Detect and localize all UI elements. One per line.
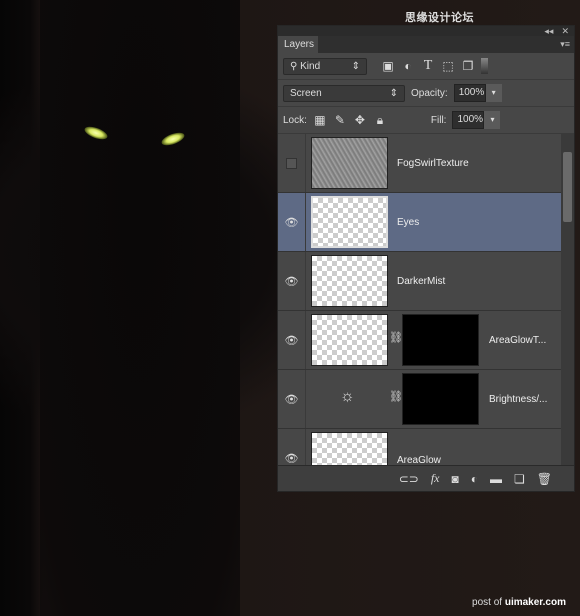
layer-row[interactable]: FogSwirlTexture [278,134,562,193]
layer-row[interactable]: 👁︎ ☼ ⛓ Brightness/... [278,370,562,429]
chain-link-icon[interactable]: ⛓ [389,331,403,344]
eye-icon[interactable]: 👁︎ [285,334,299,347]
filter-toggle-icon[interactable] [481,58,488,74]
layer-name[interactable]: AreaGlowT... [489,335,546,346]
link-layers-icon[interactable]: ⊂⊃ [399,472,419,486]
opacity-label: Opacity: [411,87,448,99]
opacity-input[interactable]: 100% [453,84,486,102]
lock-all-icon[interactable]: 🔒︎ [373,113,387,128]
layer-thumbnail [311,196,388,248]
lock-label: Lock: [283,114,307,126]
close-icon[interactable]: ✕ [561,26,569,36]
fill-dropdown[interactable]: ▾ [484,111,501,129]
credit-prefix: post of [472,597,503,608]
lock-transparent-icon[interactable]: ▦ [313,113,327,127]
search-icon: ⚲ [290,60,298,72]
credit: post of uimaker.com [472,597,566,608]
brightness-adjustment-icon: ☼ [340,388,355,405]
layer-name[interactable]: Eyes [397,217,419,228]
smart-object-filter-icon[interactable]: ❐ [461,59,475,73]
layer-mask-thumbnail[interactable] [402,373,479,425]
adjustment-filter-icon[interactable]: ◐ [401,59,415,73]
tab-layers[interactable]: Layers [278,36,318,53]
layer-thumbnail [311,432,388,467]
type-filter-icon[interactable]: T [421,58,435,74]
layer-scrollbar[interactable] [561,134,574,467]
layer-name[interactable]: Brightness/... [489,394,547,405]
panel-footer: ⊂⊃ fx ◙ ◐ ▬ ❏ 🗑︎ [278,465,574,491]
new-layer-icon[interactable]: ❏ [514,472,525,486]
eye-icon[interactable]: 👁︎ [285,452,299,465]
pixel-filter-icon[interactable]: ▣ [381,59,395,73]
cloaked-figure [40,0,240,616]
eye-icon[interactable]: 👁︎ [285,275,299,288]
fill-label: Fill: [430,114,447,126]
new-group-icon[interactable]: ▬ [490,472,502,486]
new-adjustment-icon[interactable]: ◐ [471,472,478,486]
layer-name[interactable]: FogSwirlTexture [397,158,469,169]
layers-panel: ◂◂ ✕ Layers ▾≡ ⚲ Kind ⇕ ▣ ◐ T ⬚ ❐ Screen ⇕ O… [277,25,575,492]
fill-input[interactable]: 100% [452,111,485,129]
credit-site: uimaker.com [504,597,566,608]
layer-thumbnail [311,137,388,189]
eye-icon[interactable]: 👁︎ [285,216,299,229]
lock-move-icon[interactable]: ✥ [353,113,367,127]
layer-list: FogSwirlTexture 👁︎ Eyes 👁︎ DarkerMist 👁︎ ⛓ A… [278,134,562,467]
opacity-dropdown[interactable]: ▾ [485,84,502,102]
trash-icon[interactable]: 🗑︎ [537,472,552,486]
lock-brush-icon[interactable]: ✎ [333,113,347,127]
blend-row: Screen ⇕ Opacity: 100% ▾ [278,80,574,107]
layer-row[interactable]: 👁︎ ⛓ AreaGlowT... [278,311,562,370]
filter-kind-select[interactable]: ⚲ Kind ⇕ [283,57,367,75]
lock-row: Lock: ▦ ✎ ✥ 🔒︎ Fill: 100% ▾ [278,107,574,134]
blend-mode-select[interactable]: Screen ⇕ [283,84,405,102]
eye-icon[interactable]: 👁︎ [285,393,299,406]
chain-link-icon[interactable]: ⛓ [389,390,403,403]
layer-thumbnail [311,255,388,307]
fx-icon[interactable]: fx [431,471,440,486]
panel-titlebar: ◂◂ ✕ [278,26,574,36]
filter-kind-value: Kind [300,60,321,72]
layer-thumbnail [311,314,388,366]
scrollbar-thumb[interactable] [563,152,572,222]
filter-row: ⚲ Kind ⇕ ▣ ◐ T ⬚ ❐ [278,53,574,80]
shape-filter-icon[interactable]: ⬚ [441,59,455,73]
layer-row[interactable]: 👁︎ DarkerMist [278,252,562,311]
collapse-icon[interactable]: ◂◂ [544,26,553,36]
blend-mode-value: Screen [290,87,322,99]
layer-row[interactable]: 👁︎ Eyes [278,193,562,252]
layer-name[interactable]: DarkerMist [397,276,445,287]
visibility-toggle-off[interactable] [286,157,297,169]
layer-row[interactable]: 👁︎ AreaGlow [278,429,562,467]
panel-menu-icon[interactable]: ▾≡ [560,39,570,50]
layer-mask-thumbnail[interactable] [402,314,479,366]
add-mask-icon[interactable]: ◙ [452,472,459,486]
